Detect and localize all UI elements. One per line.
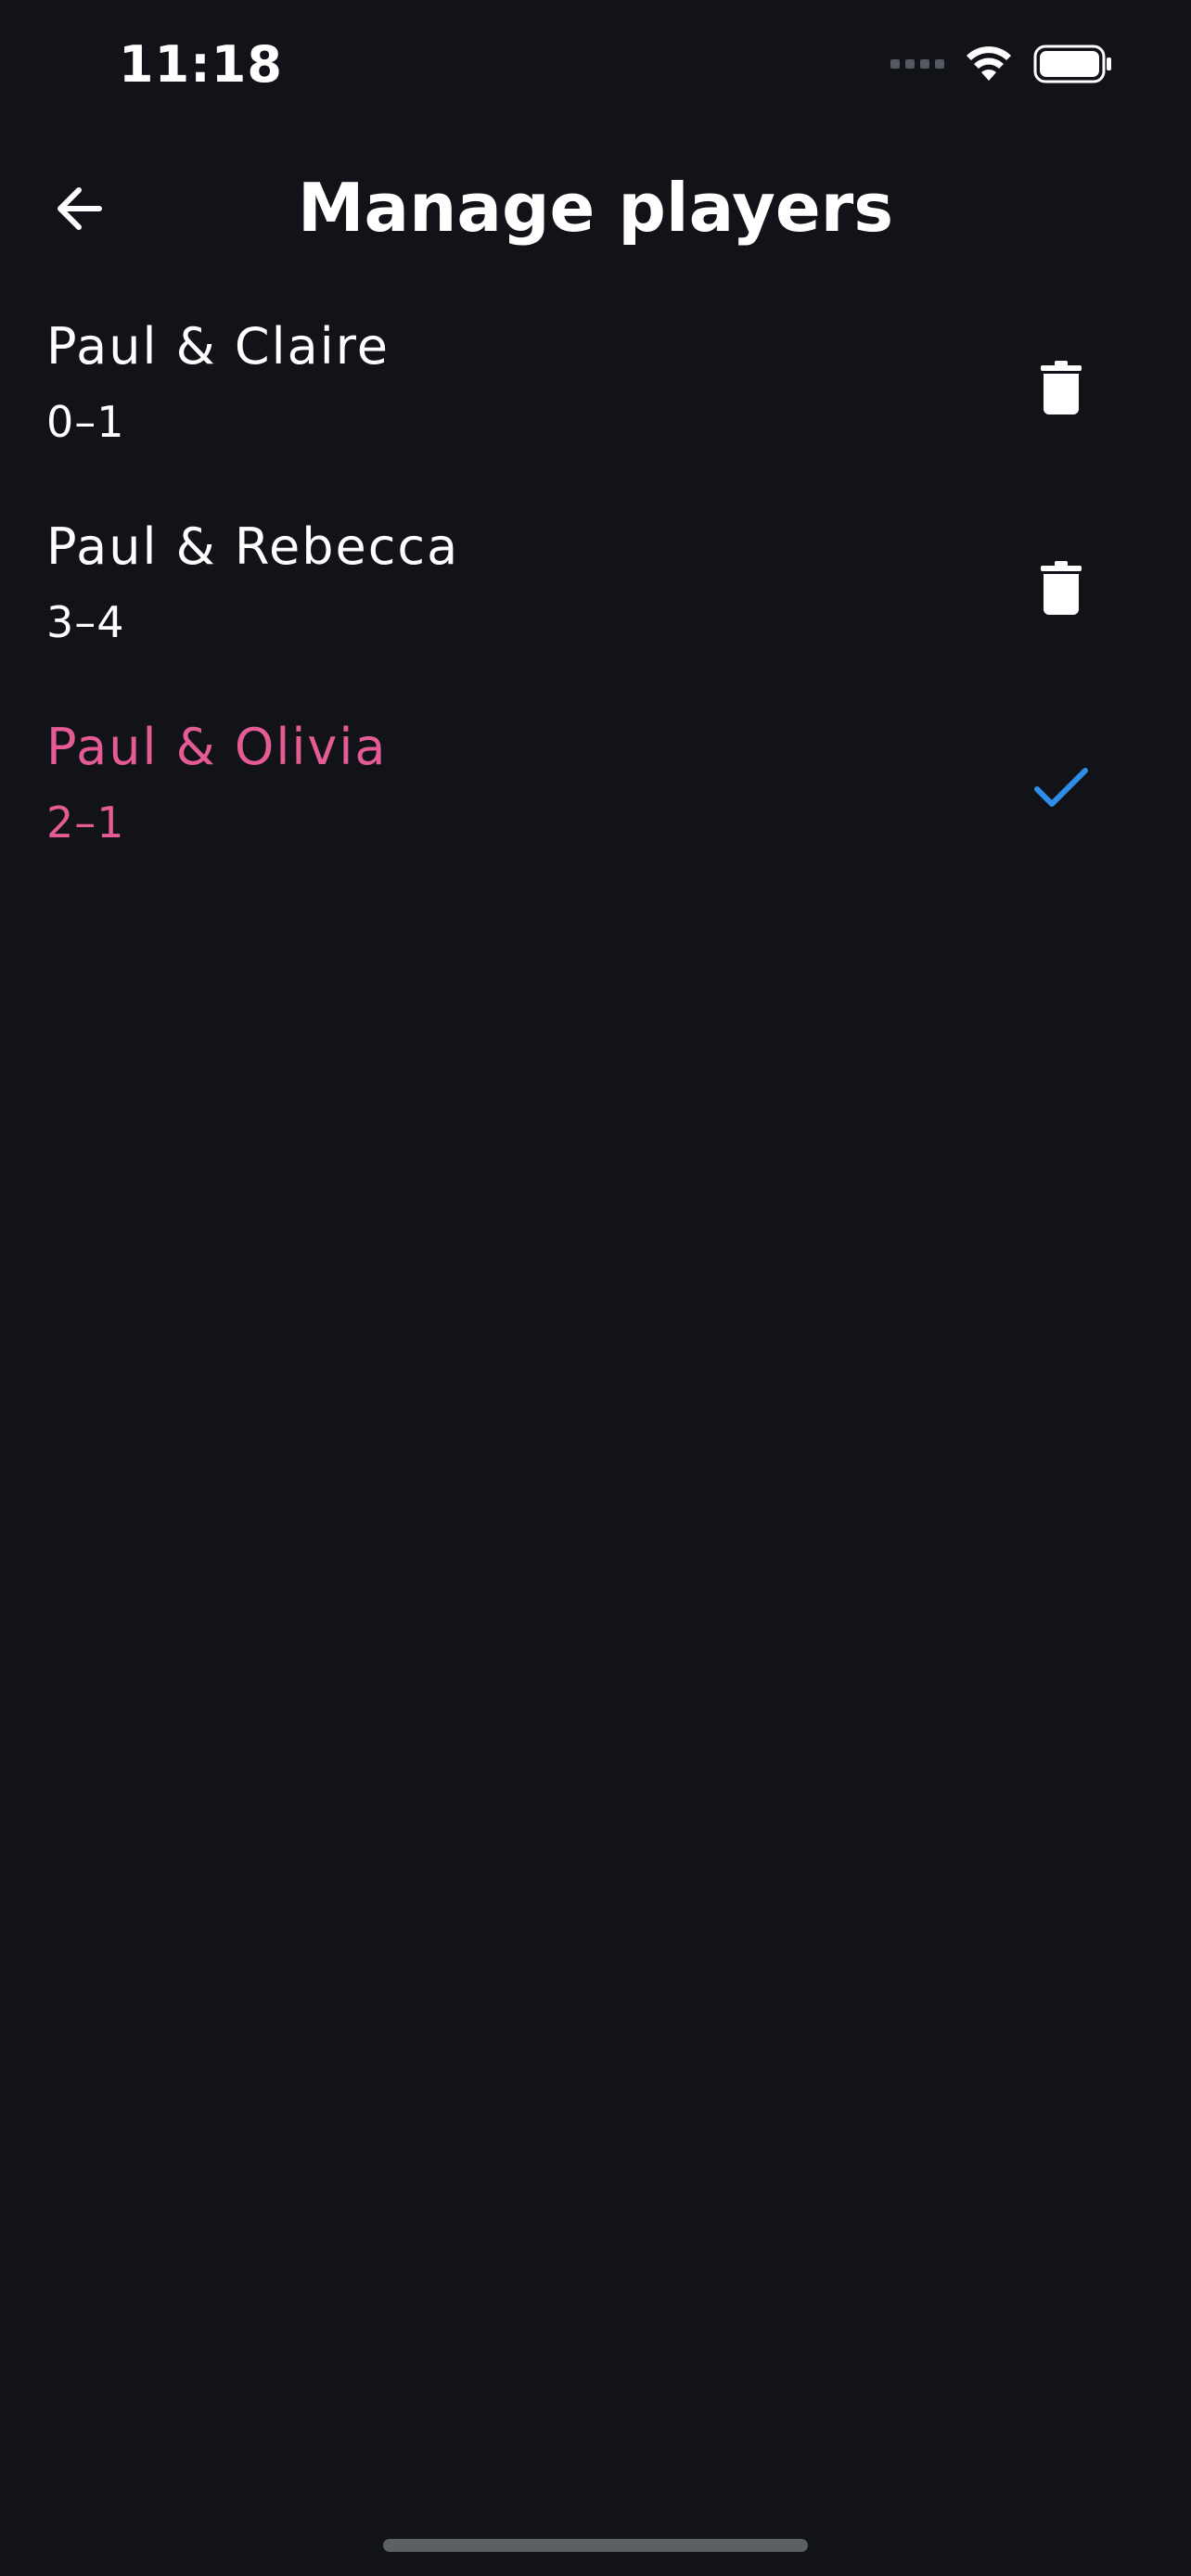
player-row[interactable]: Paul & Claire 0–1 (0, 297, 1191, 497)
player-name: Paul & Olivia (46, 718, 388, 776)
status-icons (890, 45, 1113, 83)
player-row[interactable]: Paul & Rebecca 3–4 (0, 497, 1191, 697)
home-indicator (383, 2539, 808, 2552)
player-score: 0–1 (46, 397, 125, 447)
player-score: 2–1 (46, 797, 125, 848)
wifi-icon (967, 46, 1011, 81)
player-name: Paul & Claire (46, 317, 390, 376)
trash-icon (1041, 561, 1082, 615)
status-time: 11:18 (119, 35, 283, 94)
status-bar: 11:18 (0, 0, 1191, 139)
battery-icon (1033, 45, 1111, 83)
selected-indicator (1024, 751, 1098, 825)
cellular-signal-icon (890, 59, 944, 69)
trash-icon (1041, 361, 1082, 414)
player-list: Paul & Claire 0–1 Paul & Rebecca 3–4 Pau… (0, 297, 1191, 898)
check-icon (1034, 768, 1088, 807)
header: Manage players (0, 139, 1191, 278)
player-name: Paul & Rebecca (46, 517, 460, 576)
delete-button[interactable] (1024, 551, 1098, 625)
page-title: Manage players (297, 169, 894, 247)
player-score: 3–4 (46, 597, 125, 647)
player-row-selected[interactable]: Paul & Olivia 2–1 (0, 697, 1191, 898)
delete-button[interactable] (1024, 351, 1098, 425)
